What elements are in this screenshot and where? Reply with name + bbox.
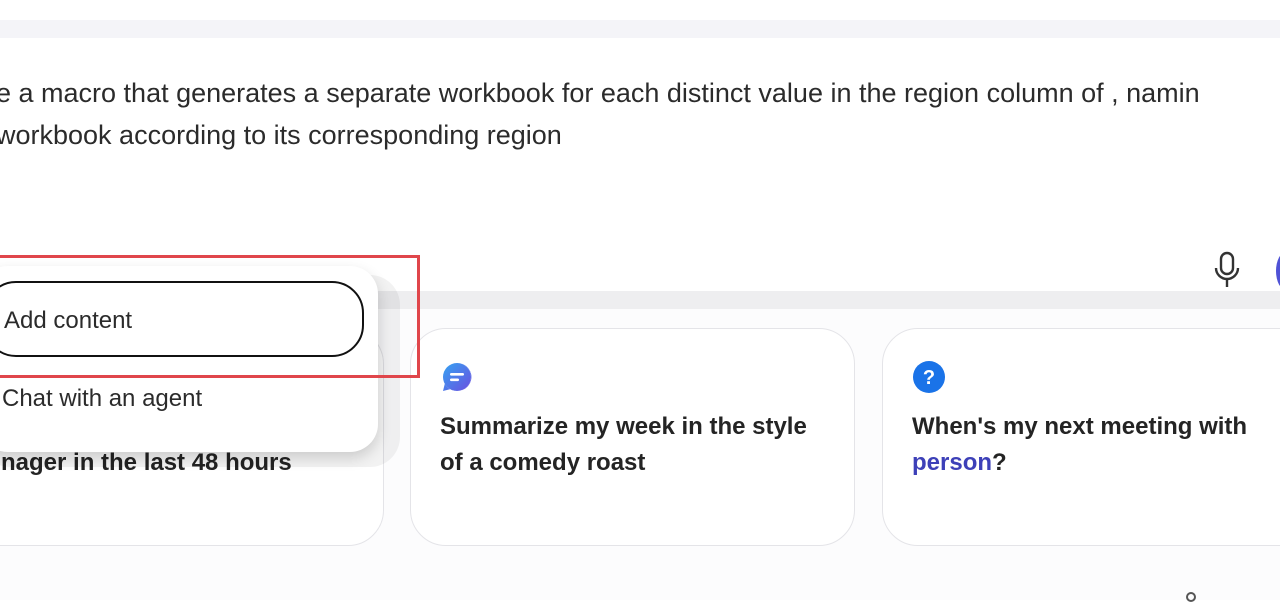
prompt-line-1: e a macro that generates a separate work… <box>0 78 1200 108</box>
prompt-text[interactable]: e a macro that generates a separate work… <box>0 72 1280 156</box>
suggestion-card-3[interactable]: ? When's my next meeting with person? <box>882 328 1280 546</box>
card-3-text-before: When's my next meeting with <box>912 413 1248 440</box>
chat-with-agent-label: Chat with an agent <box>2 385 203 412</box>
prompt-composer[interactable]: e a macro that generates a separate work… <box>0 38 1280 291</box>
microphone-icon <box>1212 251 1242 294</box>
card-3-text-after: ? <box>992 449 1007 476</box>
chat-bubble-icon <box>441 361 473 393</box>
add-content-label: Add content <box>4 307 133 334</box>
microphone-button[interactable] <box>1210 251 1244 294</box>
add-content-menu-item[interactable]: Add content <box>0 281 364 357</box>
send-button[interactable] <box>1276 252 1280 290</box>
top-strip <box>0 0 1280 20</box>
card-3-text: When's my next meeting with person? <box>912 409 1280 481</box>
person-link[interactable]: person <box>912 449 992 476</box>
chat-with-agent-menu-item[interactable]: Chat with an agent <box>0 380 370 424</box>
prompt-line-2: workbook according to its corresponding … <box>0 120 562 150</box>
question-icon: ? <box>913 361 945 393</box>
partial-icon <box>1186 592 1196 602</box>
svg-text:?: ? <box>923 367 935 389</box>
card-2-text: Summarize my week in the style of a come… <box>440 413 807 476</box>
top-band <box>0 20 1280 38</box>
suggestion-card-2[interactable]: Summarize my week in the style of a come… <box>410 328 855 546</box>
